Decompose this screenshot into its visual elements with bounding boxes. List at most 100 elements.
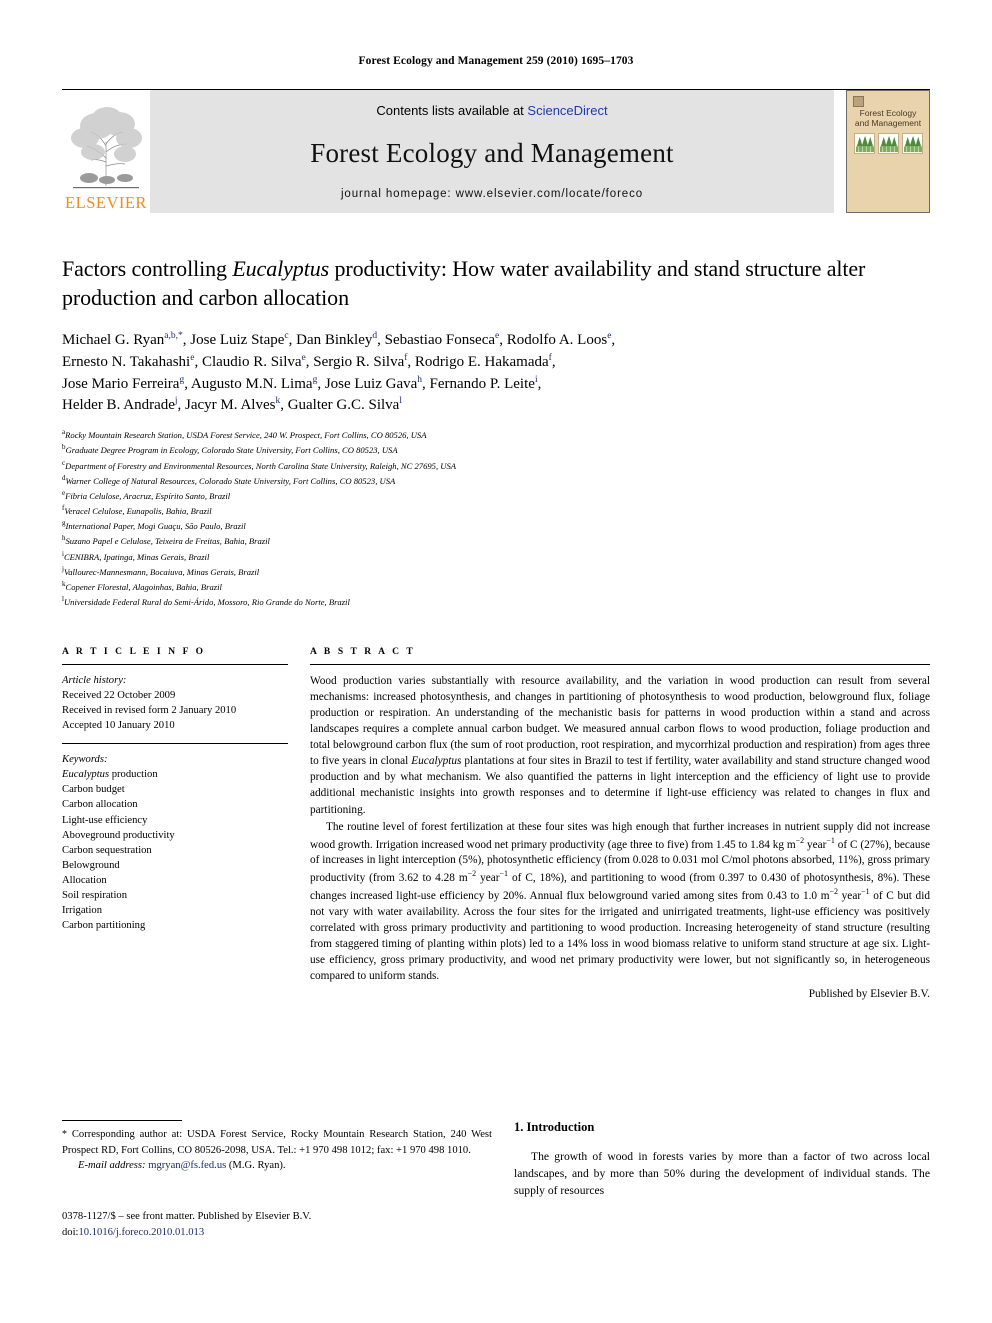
abstract-paragraph-2: The routine level of forest fertilizatio… bbox=[310, 819, 930, 985]
cover-tree-icon-3 bbox=[901, 132, 923, 154]
article-info-divider-top bbox=[62, 664, 288, 666]
email-link[interactable]: mgryan@fs.fed.us bbox=[148, 1160, 226, 1171]
abstract-p2-year-1: year bbox=[804, 838, 827, 851]
abstract-sup-y1-1: −1 bbox=[826, 835, 835, 845]
affiliation-l-text: Universidade Federal Rural do Semi-Árido… bbox=[63, 596, 350, 607]
affiliation-d: dWarner College of Natural Resources, Co… bbox=[62, 473, 930, 488]
affiliation-a-text: Rocky Mountain Research Station, USDA Fo… bbox=[65, 430, 427, 441]
abstract-p2-year-2: year bbox=[476, 872, 500, 885]
title-part-1: Factors controlling bbox=[62, 256, 233, 281]
author-list: Michael G. Ryana,b,*, Jose Luiz Stapec, … bbox=[62, 330, 930, 417]
abstract-body: Wood production varies substantially wit… bbox=[310, 673, 930, 1002]
author-gualter-silva: , Gualter G.C. Silva bbox=[280, 397, 400, 414]
affiliation-c: cDepartment of Forestry and Environmenta… bbox=[62, 458, 930, 473]
abstract-sup-m2-2: −2 bbox=[467, 869, 477, 879]
affiliation-e-text: Fibria Celulose, Aracruz, Espírito Santo… bbox=[65, 490, 231, 501]
author-loos: , Rodolfo A. Loos bbox=[499, 332, 608, 349]
keyword-item: Aboveground productivity bbox=[62, 829, 175, 841]
author-line-1: Michael G. Ryana,b,*, Jose Luiz Stapec, … bbox=[62, 330, 930, 352]
keywords-label: Keywords: bbox=[62, 754, 108, 766]
author-line-4: Helder B. Andradej, Jacyr M. Alvesk, Gua… bbox=[62, 395, 930, 417]
elsevier-wordmark: ELSEVIER bbox=[65, 192, 147, 212]
journal-homepage[interactable]: journal homepage: www.elsevier.com/locat… bbox=[341, 188, 643, 200]
keyword-item: Allocation bbox=[62, 874, 107, 886]
elsevier-tree-icon bbox=[71, 106, 142, 188]
introduction-body: The growth of wood in forests varies by … bbox=[514, 1149, 930, 1200]
corresponding-author-note: * Corresponding author at: USDA Forest S… bbox=[62, 1127, 492, 1173]
abstract-sup-m2-3: −2 bbox=[829, 887, 839, 897]
article-accepted: Accepted 10 January 2010 bbox=[62, 720, 175, 732]
introduction-column: 1. Introduction The growth of wood in fo… bbox=[514, 1120, 930, 1240]
author-takahashi: Ernesto N. Takahashi bbox=[62, 353, 191, 370]
introduction-heading: 1. Introduction bbox=[514, 1120, 595, 1134]
author-sergio-silva: , Sergio R. Silva bbox=[305, 353, 405, 370]
affiliation-e: eFibria Celulose, Aracruz, Espírito Sant… bbox=[62, 488, 930, 503]
affiliation-i: iCENIBRA, Ipatinga, Minas Gerais, Brazil bbox=[62, 549, 930, 564]
abstract-p2-year-3: year bbox=[838, 889, 862, 902]
author-andrade: Helder B. Andrade bbox=[62, 397, 175, 414]
footnote-divider bbox=[62, 1120, 182, 1121]
abstract-divider bbox=[310, 664, 930, 666]
abstract-column: A B S T R A C T Wood production varies s… bbox=[310, 647, 930, 1002]
affiliation-f: fVeracel Celulose, Eunapolis, Bahia, Bra… bbox=[62, 503, 930, 518]
author-ryan: Michael G. Ryan bbox=[62, 332, 165, 349]
tree-glyph bbox=[855, 135, 874, 152]
journal-masthead: ELSEVIER Contents lists available at Sci… bbox=[62, 89, 930, 213]
author-ryan-sup: a,b,* bbox=[164, 331, 183, 342]
abstract-heading: A B S T R A C T bbox=[310, 647, 416, 658]
article-history-label: Article history: bbox=[62, 675, 127, 687]
cover-title-line2: and Management bbox=[854, 117, 922, 128]
author-binkley: , Dan Binkley bbox=[288, 332, 373, 349]
keyword-item: Carbon partitioning bbox=[62, 919, 146, 931]
affiliation-g-text: International Paper, Mogi Guaçu, São Pau… bbox=[65, 521, 246, 532]
affiliation-j: jVallourec-Mannesmann, Bocaiuva, Minas G… bbox=[62, 564, 930, 579]
article-info-heading: A R T I C L E I N F O bbox=[62, 647, 206, 658]
author-hakamada: , Rodrigo E. Hakamada bbox=[407, 353, 549, 370]
affiliation-a: aRocky Mountain Research Station, USDA F… bbox=[62, 427, 930, 442]
abstract-p1-part1: Wood production varies substantially wit… bbox=[310, 675, 930, 768]
affiliation-k-text: Copener Florestal, Alagoinhas, Bahia, Br… bbox=[65, 581, 222, 592]
article-history: Article history: Received 22 October 200… bbox=[62, 673, 288, 733]
contents-available-line: Contents lists available at ScienceDirec… bbox=[376, 103, 607, 118]
affiliation-l: lUniversidade Federal Rural do Semi-Árid… bbox=[62, 594, 930, 609]
title-italic-species: Eucalyptus bbox=[232, 256, 330, 281]
author-alves: , Jacyr M. Alves bbox=[177, 397, 276, 414]
abstract-p1-italic: Eucalyptus bbox=[411, 755, 462, 768]
article-received: Received 22 October 2009 bbox=[62, 690, 176, 702]
affiliation-f-text: Veracel Celulose, Eunapolis, Bahia, Braz… bbox=[64, 505, 212, 516]
abstract-p2-part4: of C but did not vary with water availab… bbox=[310, 889, 930, 983]
email-line: E-mail address: mgryan@fs.fed.us (M.G. R… bbox=[62, 1158, 492, 1173]
author-gualter-silva-sup: l bbox=[399, 396, 402, 407]
tree-glyph bbox=[879, 135, 898, 152]
keyword-item: Carbon allocation bbox=[62, 799, 138, 811]
abstract-sup-m2-1: −2 bbox=[795, 835, 805, 845]
author-gava: , Jose Luiz Gava bbox=[317, 375, 418, 392]
email-label: E-mail address: bbox=[78, 1159, 146, 1171]
footnote-column: * Corresponding author at: USDA Forest S… bbox=[62, 1120, 492, 1240]
keyword-item: Carbon budget bbox=[62, 784, 125, 796]
journal-cover-thumbnail: Forest Ecology and Management bbox=[846, 90, 930, 213]
author-line2-end: , bbox=[551, 353, 556, 370]
keyword-item: Soil respiration bbox=[62, 889, 128, 901]
published-by-line: Published by Elsevier B.V. bbox=[808, 988, 930, 1001]
sciencedirect-link[interactable]: ScienceDirect bbox=[527, 103, 607, 118]
author-leite: , Fernando P. Leite bbox=[422, 375, 535, 392]
cover-publisher-icon bbox=[853, 96, 864, 107]
page-footer-columns: * Corresponding author at: USDA Forest S… bbox=[62, 1120, 930, 1240]
affiliation-k: kCopener Florestal, Alagoinhas, Bahia, B… bbox=[62, 579, 930, 594]
affiliation-d-text: Warner College of Natural Resources, Col… bbox=[65, 475, 396, 486]
doi-link[interactable]: 10.1016/j.foreco.2010.01.013 bbox=[78, 1227, 204, 1238]
running-head: Forest Ecology and Management 259 (2010)… bbox=[358, 55, 634, 67]
keyword-item: Carbon sequestration bbox=[62, 844, 152, 856]
cover-tree-images bbox=[847, 132, 929, 154]
abstract-sup-y1-2: −1 bbox=[499, 869, 509, 879]
journal-title: Forest Ecology and Management bbox=[310, 137, 674, 168]
author-line1-end: , bbox=[611, 332, 616, 349]
affiliation-list: aRocky Mountain Research Station, USDA F… bbox=[62, 427, 930, 609]
keyword-item: Irrigation bbox=[62, 904, 103, 916]
keyword-0-italic: Eucalyptus bbox=[62, 769, 110, 781]
journal-band: Contents lists available at ScienceDirec… bbox=[150, 90, 834, 213]
author-line-3: Jose Mario Ferreirag, Augusto M.N. Limag… bbox=[62, 374, 930, 396]
front-matter-block: 0378-1127/$ – see front matter. Publishe… bbox=[62, 1209, 492, 1240]
author-ferreira: Jose Mario Ferreira bbox=[62, 375, 180, 392]
